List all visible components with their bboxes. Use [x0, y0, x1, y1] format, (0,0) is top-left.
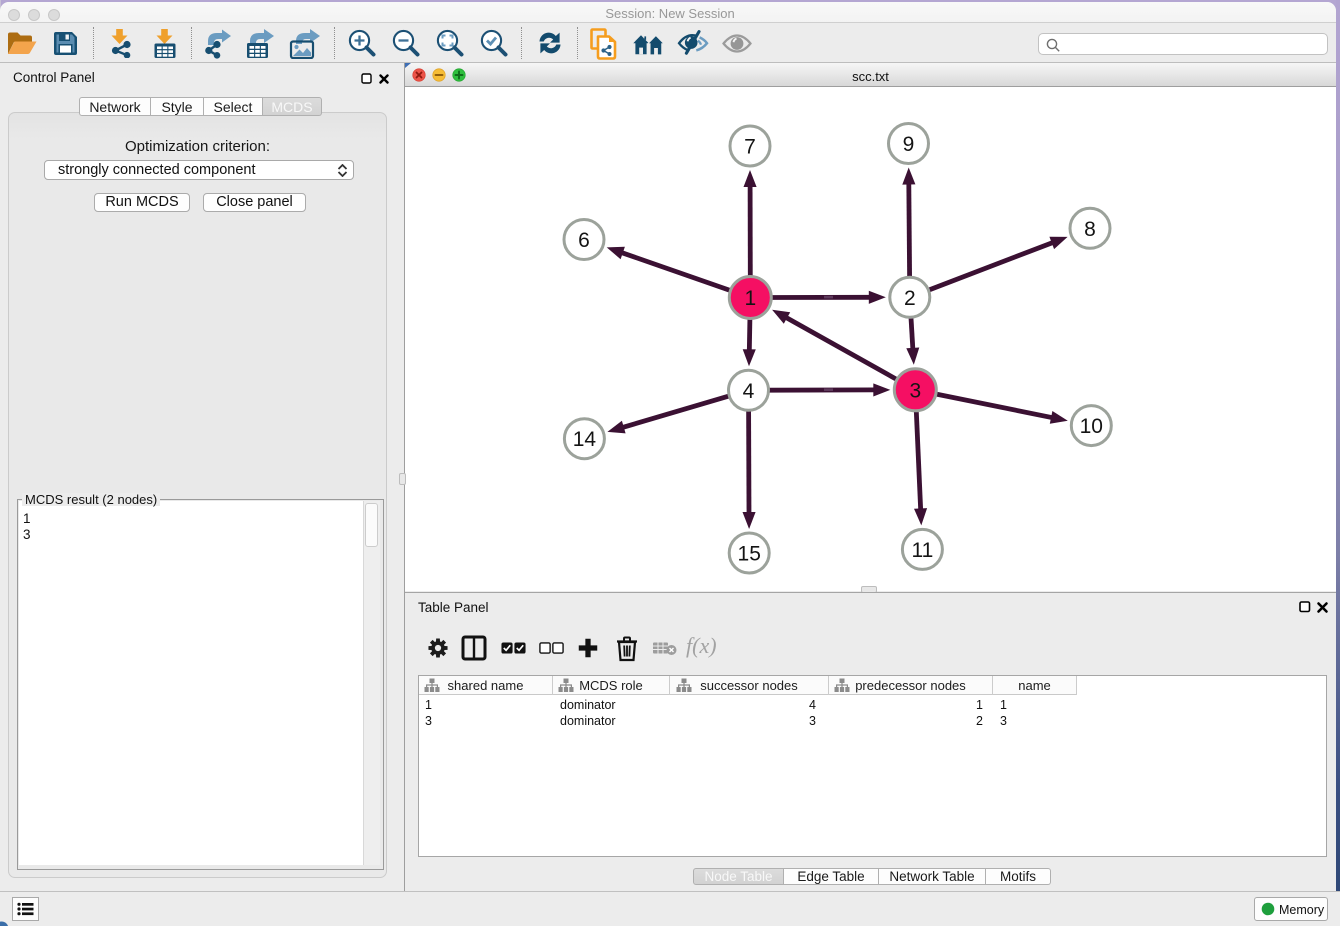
svg-text:11: 11 — [911, 539, 933, 562]
svg-text:1: 1 — [744, 287, 756, 310]
svg-text:2: 2 — [904, 287, 916, 310]
svg-text:3: 3 — [909, 379, 921, 402]
svg-text:9: 9 — [903, 133, 915, 156]
svg-text:14: 14 — [573, 428, 597, 451]
svg-text:10: 10 — [1080, 415, 1103, 438]
svg-text:4: 4 — [743, 380, 755, 403]
svg-text:7: 7 — [744, 136, 756, 159]
svg-text:8: 8 — [1084, 218, 1096, 241]
svg-text:15: 15 — [738, 543, 761, 566]
svg-text:6: 6 — [578, 229, 590, 252]
